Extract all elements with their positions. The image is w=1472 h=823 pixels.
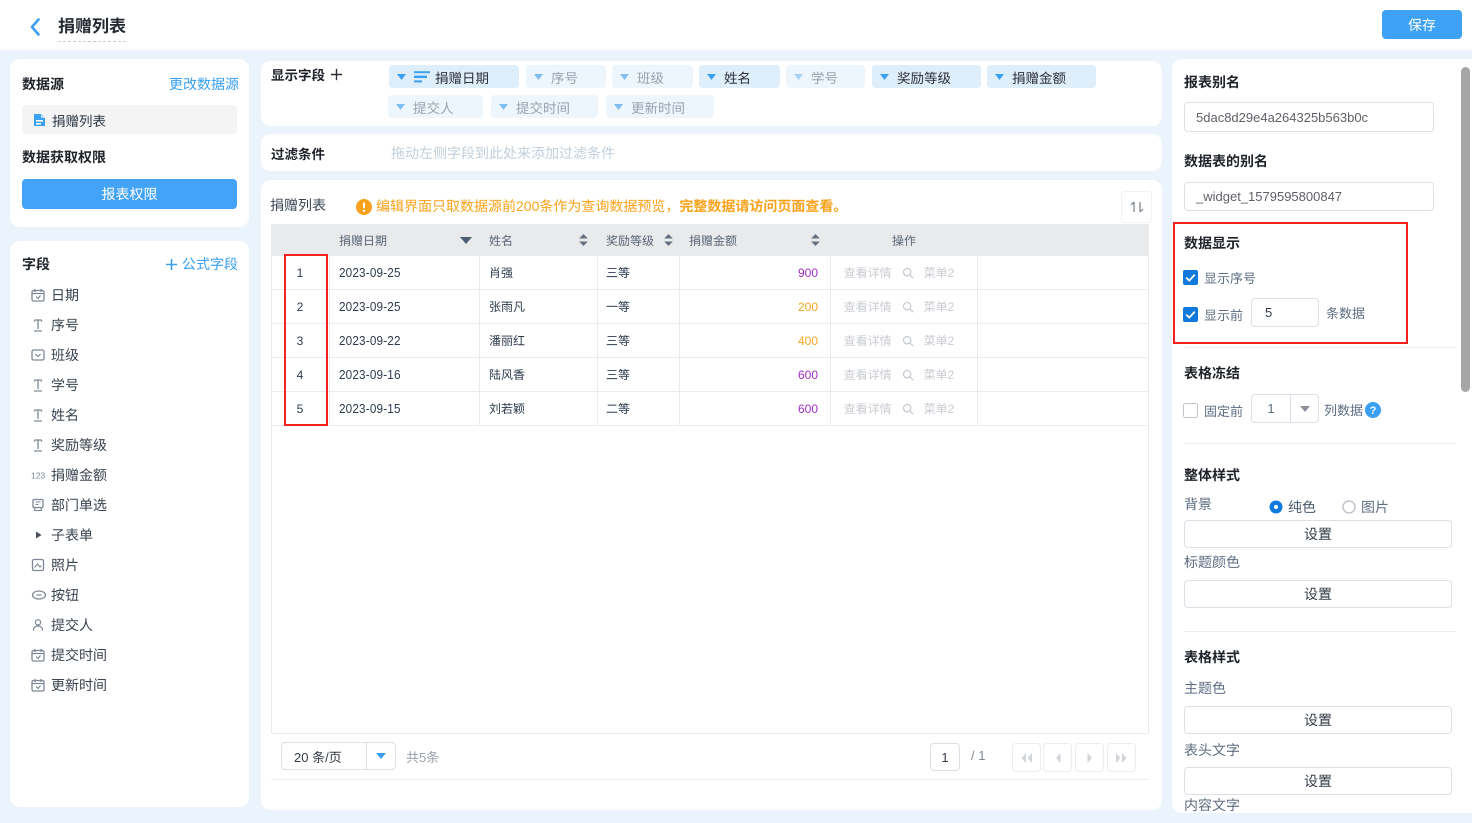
svg-text:123: 123 bbox=[31, 471, 45, 481]
svg-text:?: ? bbox=[1370, 405, 1377, 417]
